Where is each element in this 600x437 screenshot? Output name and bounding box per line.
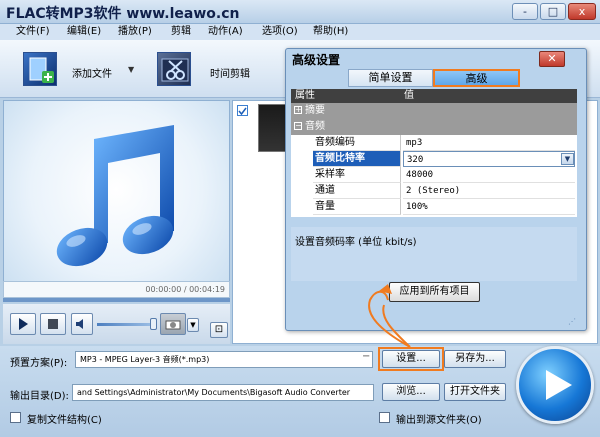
volume-button[interactable] (71, 313, 93, 335)
property-row[interactable]: 音频编码 mp3 (291, 135, 577, 151)
preview-panel (3, 100, 230, 298)
property-name: 音频比特率 (313, 151, 401, 167)
copy-structure-checkbox[interactable] (10, 412, 21, 423)
property-value[interactable]: 2 (Stereo) (403, 183, 575, 199)
maximize-button[interactable]: □ (540, 3, 566, 20)
category-audio-label: 音频 (305, 121, 325, 132)
property-row[interactable]: 采样率 48000 (291, 167, 577, 183)
menu-file[interactable]: 文件(F) (16, 24, 50, 40)
music-note-icon (56, 125, 174, 267)
camera-icon (165, 320, 181, 330)
dialog-close-button[interactable]: ✕ (539, 51, 565, 67)
property-value[interactable]: 100% (403, 199, 575, 215)
category-summary[interactable]: + 摘要 (291, 103, 577, 119)
speaker-icon (76, 319, 83, 329)
header-property: 属性 (295, 90, 315, 101)
expand-icon[interactable]: + (294, 106, 302, 114)
window-title: FLAC转MP3软件 www.leawo.cn (6, 6, 240, 22)
file-thumbnail[interactable] (258, 104, 288, 152)
preset-value: MP3 - MPEG Layer-3 音频(*.mp3) (80, 355, 210, 364)
tab-advanced[interactable]: 高级 (433, 69, 520, 87)
highlight-settings (378, 347, 444, 371)
volume-slider[interactable] (97, 323, 155, 326)
property-value[interactable]: mp3 (403, 135, 575, 151)
output-path-field[interactable]: and Settings\Administrator\My Documents\… (72, 384, 374, 401)
menu-edit[interactable]: 编辑(E) (67, 24, 101, 40)
play-button[interactable] (10, 313, 36, 335)
file-checkbox[interactable] (237, 105, 248, 116)
output-to-source-label: 输出到源文件夹(O) (396, 415, 482, 426)
property-grid: + 摘要 − 音频 音频编码 mp3 音频比特率 320 ▼ 采样率 48000… (291, 103, 577, 217)
category-summary-label: 摘要 (305, 105, 325, 116)
time-display: 00:00:00 / 00:04:19 (3, 281, 230, 298)
play-icon (19, 318, 28, 330)
browse-button[interactable]: 浏览... (382, 383, 440, 401)
category-audio[interactable]: − 音频 (291, 119, 577, 135)
minimize-button[interactable]: - (512, 3, 538, 20)
checkmark-icon (238, 107, 247, 116)
output-label: 输出目录(D): (10, 391, 69, 402)
progress-track[interactable] (3, 298, 230, 302)
time-edit-label[interactable]: 时间剪辑 (210, 65, 250, 80)
save-as-button[interactable]: 另存为... (444, 350, 506, 368)
output-path-value: and Settings\Administrator\My Documents\… (77, 388, 351, 397)
bitrate-select[interactable]: 320 (403, 151, 575, 167)
collapse-icon[interactable]: − (294, 122, 302, 130)
tab-simple[interactable]: 简单设置 (348, 69, 433, 87)
scissors-icon[interactable] (157, 52, 191, 86)
output-to-source-checkbox[interactable] (379, 412, 390, 423)
preset-label: 预置方案(P): (10, 358, 68, 369)
volume-slider-handle[interactable] (150, 318, 157, 330)
dialog-title: 高级设置 (292, 53, 341, 67)
property-name: 音频编码 (313, 135, 401, 151)
property-row[interactable]: 通道 2 (Stereo) (291, 183, 577, 199)
menu-options[interactable]: 选项(O) (262, 24, 298, 40)
snapshot-button[interactable] (160, 313, 186, 335)
stop-icon (48, 319, 58, 329)
apply-to-all-button[interactable]: 应用到所有项目 (389, 282, 480, 302)
advanced-settings-dialog: 高级设置 ✕ 简单设置 高级 属性 值 + 摘要 − 音频 音频编码 mp3 音… (285, 48, 587, 331)
property-row[interactable]: 音量 100% (291, 199, 577, 215)
property-name: 通道 (313, 183, 401, 199)
property-description: 设置音频码率 (单位 kbit/s) (291, 227, 577, 281)
menu-help[interactable]: 帮助(H) (313, 24, 348, 40)
preset-dropdown-icon[interactable]: − (362, 351, 370, 362)
chevron-down-icon[interactable]: ▼ (128, 65, 134, 74)
open-folder-button[interactable]: 打开文件夹 (444, 383, 506, 401)
menu-clip[interactable]: 剪辑 (171, 24, 191, 40)
chevron-down-icon[interactable]: ▼ (561, 153, 574, 165)
property-value[interactable]: 48000 (403, 167, 575, 183)
menu-play[interactable]: 播放(P) (118, 24, 152, 40)
stop-button[interactable] (40, 313, 66, 335)
copy-structure-label: 复制文件结构(C) (27, 415, 102, 426)
add-file-label[interactable]: 添加文件 (72, 65, 112, 80)
resize-grip-icon[interactable]: ⋰ (568, 317, 576, 326)
fullscreen-button[interactable]: ⊡ (210, 322, 228, 338)
close-window-button[interactable]: x (568, 3, 596, 20)
add-file-icon[interactable] (23, 52, 57, 86)
property-row-selected[interactable]: 音频比特率 320 ▼ (291, 151, 577, 167)
header-value: 值 (404, 90, 414, 101)
menu-action[interactable]: 动作(A) (208, 24, 243, 40)
play-icon (546, 370, 572, 400)
property-grid-header: 属性 值 (291, 89, 577, 103)
property-name: 音量 (313, 199, 401, 215)
convert-button[interactable] (516, 346, 594, 424)
property-name: 采样率 (313, 167, 401, 183)
preset-select[interactable]: MP3 - MPEG Layer-3 音频(*.mp3) (75, 351, 373, 368)
snapshot-dropdown[interactable]: ▼ (187, 318, 199, 332)
